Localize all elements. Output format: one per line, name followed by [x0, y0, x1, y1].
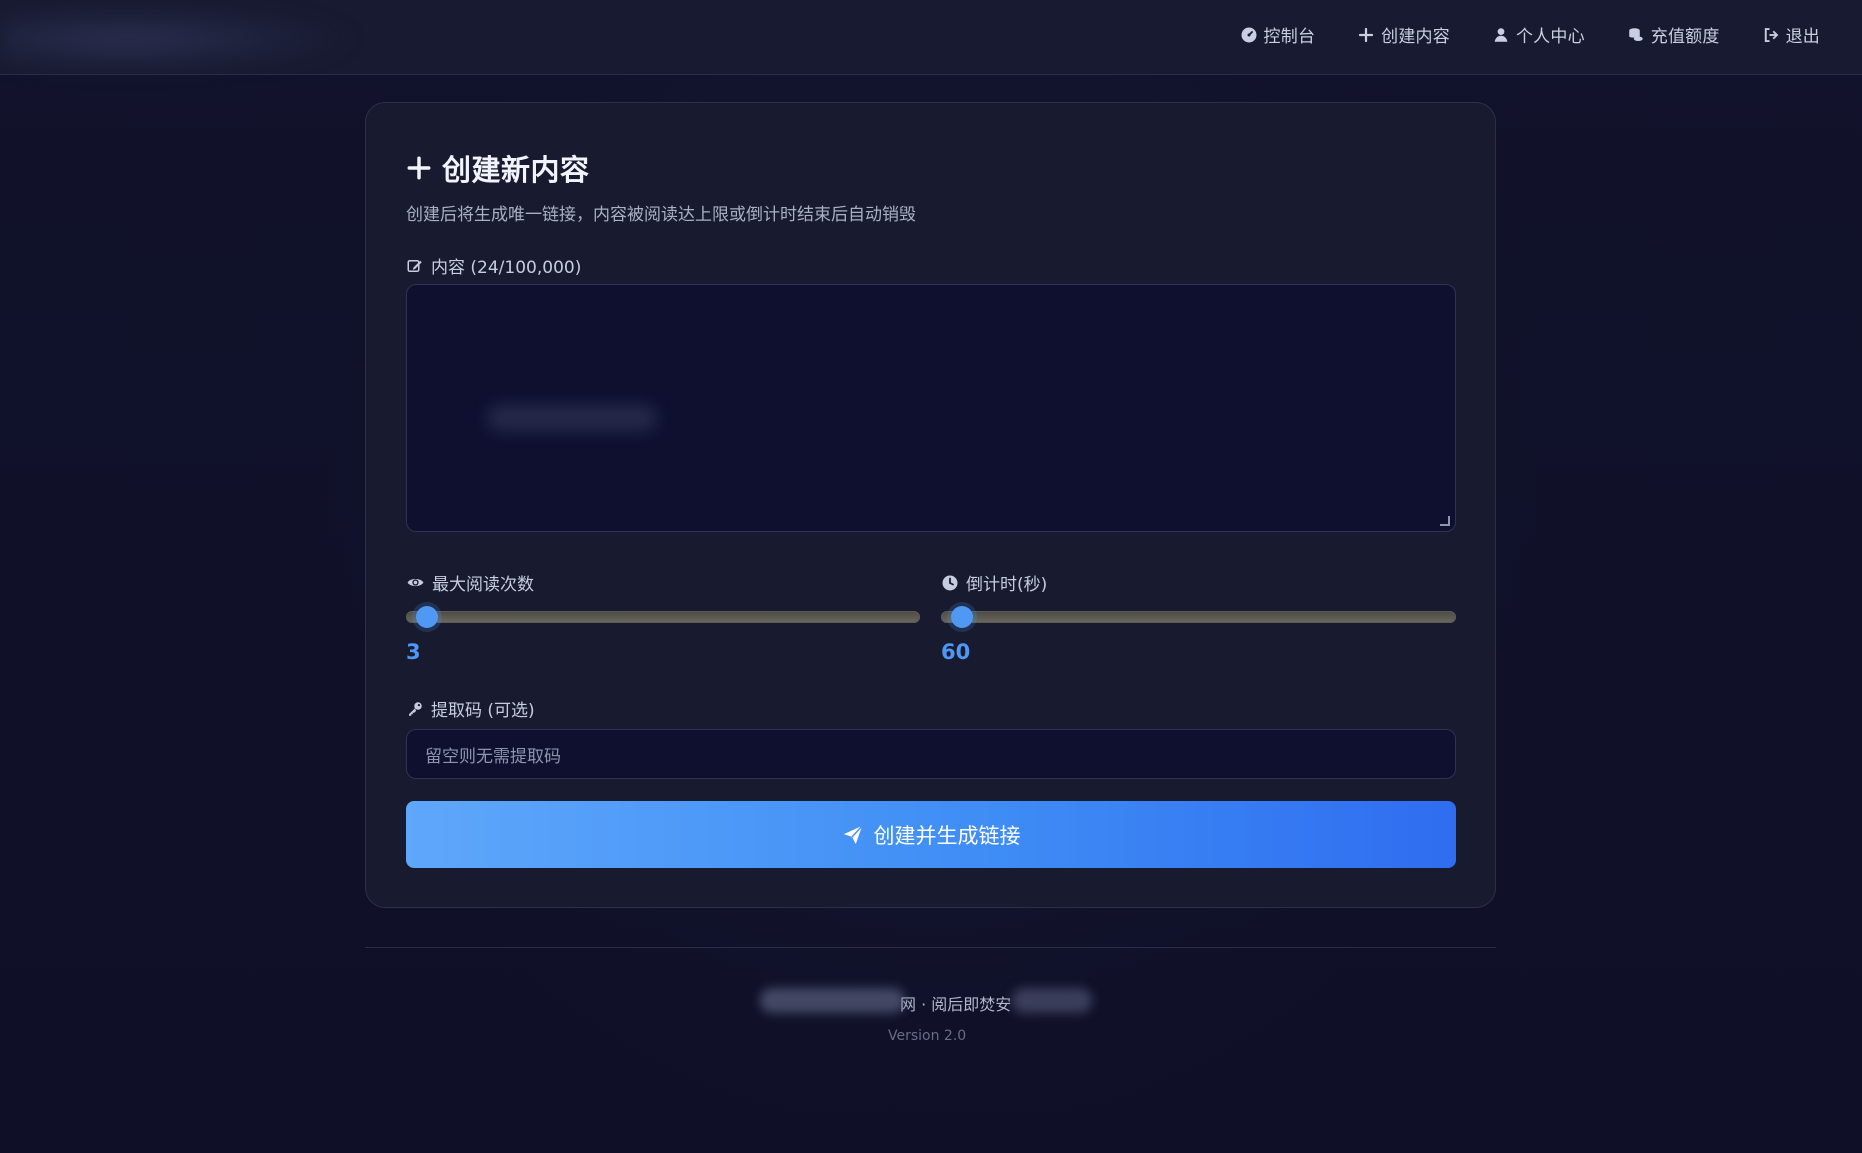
key-icon	[409, 701, 422, 716]
dashboard-icon	[1241, 27, 1257, 42]
eye-icon	[407, 578, 424, 587]
nav-item-recharge[interactable]: 充值额度	[1627, 22, 1720, 47]
create-content-card: 创建新内容 创建后将生成唯一链接，内容被阅读达上限或倒计时结束后自动销毁 内容 …	[365, 102, 1496, 908]
nav-label-dashboard: 控制台	[1263, 27, 1316, 47]
blurred-content-text	[487, 405, 657, 431]
blurred-brand-area	[0, 6, 360, 72]
extraction-code-label-text: 提取码 (可选)	[431, 701, 535, 721]
max-reads-slider[interactable]	[406, 606, 920, 628]
nav-item-create-content[interactable]: 创建内容	[1357, 22, 1450, 47]
coins-icon	[1629, 27, 1643, 41]
extraction-code-label: 提取码 (可选)	[406, 696, 535, 721]
plus-icon	[1359, 27, 1374, 42]
nav-item-dashboard[interactable]: 控制台	[1240, 22, 1316, 47]
content-label: 内容 (24/100,000)	[406, 253, 581, 278]
footer-version: Version 2.0	[888, 1028, 967, 1044]
main-nav: 控制台 创建内容 个人中心 充值额度 退出	[1240, 22, 1820, 47]
extraction-code-placeholder: 留空则无需提取码	[425, 746, 561, 767]
page: 控制台 创建内容 个人中心 充值额度 退出 创建新内容 创建后将生成唯一链接，内…	[0, 0, 1862, 1153]
user-icon	[1494, 27, 1508, 42]
nav-item-logout[interactable]: 退出	[1762, 22, 1820, 47]
footer-copyright-text: 网 · 阅后即焚安	[900, 995, 1012, 1014]
max-reads-label-text: 最大阅读次数	[432, 575, 534, 595]
top-navigation-bar: 控制台 创建内容 个人中心 充值额度 退出	[0, 0, 1862, 75]
nav-label-create-content: 创建内容	[1381, 27, 1450, 47]
max-reads-slider-handle[interactable]	[416, 606, 439, 628]
page-subtitle: 创建后将生成唯一链接，内容被阅读达上限或倒计时结束后自动销毁	[406, 205, 916, 225]
countdown-value: 60	[941, 640, 971, 664]
countdown-slider[interactable]	[941, 606, 1456, 628]
content-textarea[interactable]	[406, 284, 1456, 532]
resize-handle[interactable]	[1440, 516, 1450, 526]
page-title-text: 创建新内容	[442, 153, 590, 187]
paper-plane-icon	[843, 824, 863, 844]
clock-icon	[942, 575, 958, 590]
countdown-label: 倒计时(秒)	[941, 570, 1047, 595]
create-link-button[interactable]: 创建并生成链接	[406, 801, 1456, 868]
footer-divider	[365, 947, 1496, 948]
extraction-code-input[interactable]: 留空则无需提取码	[406, 729, 1456, 779]
blurred-footer-brand	[760, 988, 905, 1013]
nav-item-profile[interactable]: 个人中心	[1492, 22, 1585, 47]
create-link-button-label: 创建并生成链接	[873, 823, 1021, 848]
content-label-text: 内容 (24/100,000)	[431, 258, 582, 278]
max-reads-label: 最大阅读次数	[406, 570, 534, 595]
countdown-label-text: 倒计时(秒)	[966, 575, 1048, 595]
max-reads-value: 3	[406, 640, 421, 664]
page-title: 创建新内容	[406, 147, 590, 189]
sign-out-icon	[1764, 27, 1778, 42]
nav-label-logout: 退出	[1785, 27, 1820, 47]
edit-icon	[407, 259, 422, 272]
nav-label-profile: 个人中心	[1515, 27, 1585, 47]
plus-icon	[407, 156, 431, 180]
countdown-slider-handle[interactable]	[951, 606, 974, 628]
blurred-footer-tail	[1012, 988, 1092, 1013]
nav-label-recharge: 充值额度	[1650, 27, 1720, 47]
